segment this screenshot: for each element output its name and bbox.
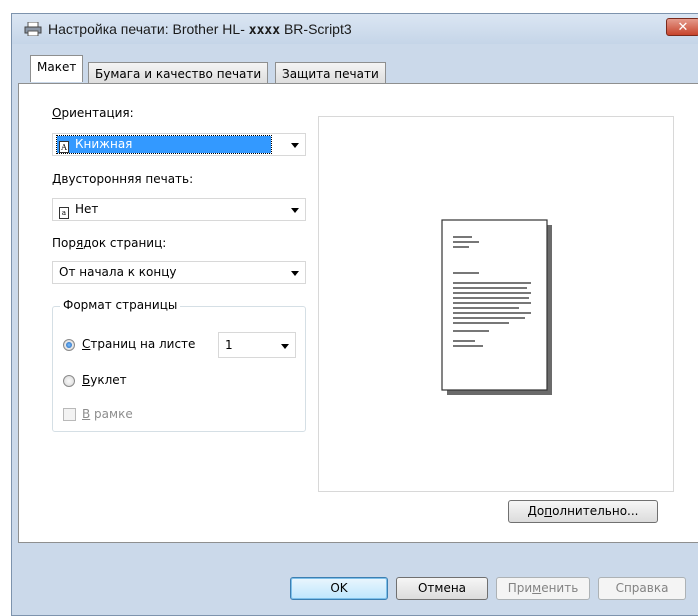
layout-preview (318, 116, 674, 492)
pages-per-sheet-select[interactable]: 1 (218, 332, 296, 358)
close-button[interactable]: ✕ (666, 18, 698, 36)
ok-button[interactable]: OK (290, 577, 388, 600)
help-button[interactable]: Справка (598, 577, 686, 600)
chevron-down-icon (291, 143, 299, 148)
chevron-down-icon (291, 271, 299, 276)
tab-layout[interactable]: Макет (30, 55, 84, 82)
border-label: В рамке (82, 407, 133, 421)
pages-per-sheet-radio[interactable] (63, 339, 75, 351)
page-format-title: Формат страницы (60, 298, 181, 312)
duplex-select[interactable]: a Нет (52, 198, 306, 221)
page-order-select[interactable]: От начала к концу (52, 261, 306, 284)
orientation-label: Ориентация: (52, 106, 134, 120)
tab-print-protection[interactable]: Защита печати (275, 62, 386, 84)
booklet-radio[interactable] (63, 375, 75, 387)
orientation-select[interactable]: A Книжная (52, 133, 306, 156)
chevron-down-icon (291, 208, 299, 213)
page-preview-icon (441, 219, 552, 395)
printer-icon (24, 22, 42, 36)
title-bar: Настройка печати: Brother HL- xxxx BR-Sc… (12, 14, 698, 44)
border-checkbox[interactable] (63, 408, 76, 421)
page-order-label: Порядок страниц: (52, 236, 167, 250)
cancel-button[interactable]: Отмена (396, 577, 488, 600)
booklet-label[interactable]: Буклет (82, 373, 127, 387)
advanced-button[interactable]: Дополнительно... (508, 500, 658, 523)
single-sided-page-icon: a (59, 207, 69, 219)
window-title: Настройка печати: Brother HL- xxxx BR-Sc… (48, 21, 352, 38)
tab-paper-quality[interactable]: Бумага и качество печати (88, 62, 269, 84)
close-icon: ✕ (677, 20, 689, 35)
portrait-page-icon: A (59, 141, 69, 153)
duplex-label: Двусторонняя печать: (52, 172, 194, 186)
apply-button[interactable]: Применить (496, 577, 590, 600)
pages-per-sheet-label[interactable]: Страниц на листе (82, 337, 195, 351)
chevron-down-icon (281, 344, 289, 349)
